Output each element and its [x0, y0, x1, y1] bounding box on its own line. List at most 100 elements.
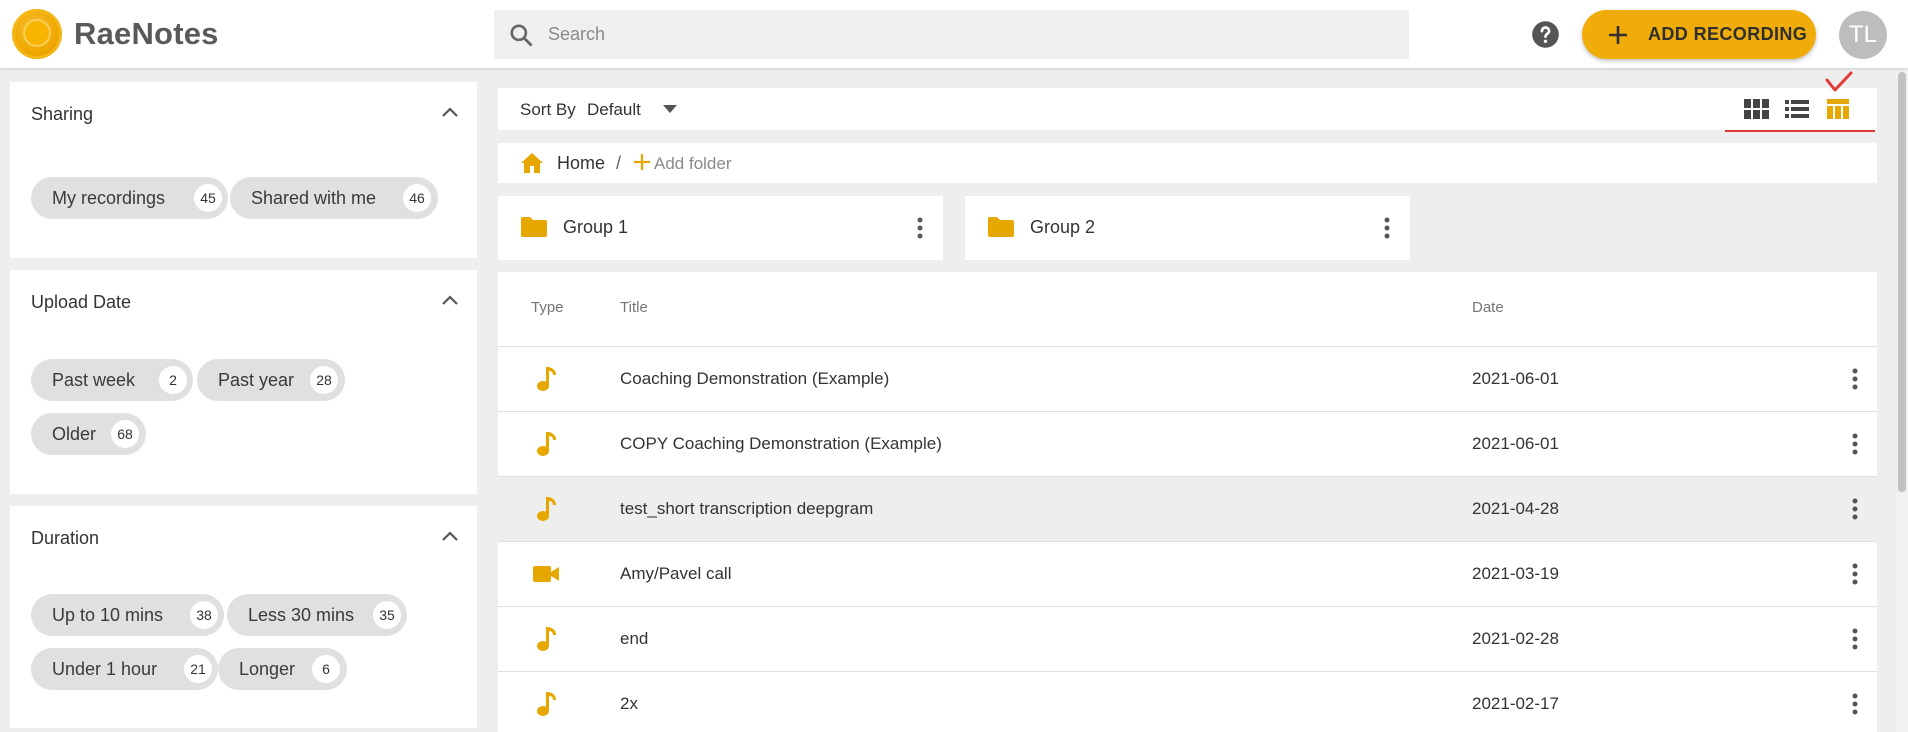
chip-count: 6 — [312, 655, 340, 683]
music-note-icon — [537, 627, 556, 651]
column-header-type[interactable]: Type — [531, 299, 564, 316]
breadcrumb-home[interactable]: Home — [557, 153, 605, 174]
chip-label: Up to 10 mins — [52, 605, 164, 625]
sharing-title: Sharing — [31, 104, 94, 124]
chip-count: 46 — [403, 184, 431, 212]
chip-count: 68 — [111, 420, 139, 448]
chevron-up-icon[interactable] — [441, 106, 459, 118]
plus-icon — [1609, 26, 1627, 44]
search-input[interactable] — [548, 10, 1388, 59]
chip-less-30-mins[interactable]: Less 30 mins 35 — [227, 594, 407, 636]
chip-label: Shared with me — [251, 188, 377, 208]
check-mark-icon — [1825, 71, 1853, 92]
folder-name: Group 1 — [563, 217, 629, 237]
plus-icon[interactable] — [633, 153, 651, 171]
recording-title[interactable]: test_short transcription deepgram — [620, 499, 873, 519]
folder-icon — [521, 217, 547, 237]
chip-count: 35 — [373, 601, 401, 629]
help-icon[interactable] — [1531, 20, 1560, 49]
recordings-table: Type Title Date Coaching Demonstration (… — [498, 272, 1877, 732]
chip-label: Under 1 hour — [52, 659, 158, 679]
duration-filter-panel: Duration Up to 10 mins 38 Less 30 mins 3… — [10, 506, 477, 728]
music-note-icon — [537, 692, 556, 716]
sharing-filter-panel: Sharing My recordings 45 Shared with me … — [10, 82, 477, 258]
table-row[interactable]: end 2021-02-28 — [498, 606, 1877, 671]
sort-toolbar: Sort By Default — [498, 88, 1877, 132]
chip-older[interactable]: Older 68 — [31, 413, 146, 455]
recording-date: 2021-06-01 — [1472, 369, 1559, 388]
recording-date: 2021-02-17 — [1472, 694, 1559, 713]
sort-select[interactable]: Default — [587, 100, 641, 120]
more-vert-icon[interactable] — [1384, 217, 1390, 239]
user-avatar[interactable]: TL — [1839, 11, 1887, 59]
scrollbar-thumb[interactable] — [1898, 72, 1906, 492]
table-row[interactable]: 2x 2021-02-17 — [498, 671, 1877, 732]
folder-icon — [988, 217, 1014, 237]
breadcrumb-separator: / — [616, 153, 622, 173]
page-scrollbar[interactable] — [1896, 68, 1908, 732]
table-row[interactable]: Coaching Demonstration (Example) 2021-06… — [498, 346, 1877, 411]
chip-longer[interactable]: Longer 6 — [218, 648, 347, 690]
more-vert-icon[interactable] — [1852, 563, 1858, 585]
chip-shared-with-me[interactable]: Shared with me 46 — [230, 177, 438, 219]
grid-view-icon[interactable] — [1743, 98, 1769, 120]
chip-label: Past year — [218, 370, 295, 390]
folder-card[interactable]: Group 2 — [965, 196, 1410, 260]
music-note-icon — [537, 367, 556, 391]
folder-name: Group 2 — [1030, 217, 1096, 237]
chip-count: 38 — [190, 601, 218, 629]
recording-date: 2021-02-28 — [1472, 629, 1559, 648]
recording-title[interactable]: 2x — [620, 694, 638, 714]
recording-date: 2021-04-28 — [1472, 499, 1559, 518]
duration-title: Duration — [31, 528, 100, 548]
chip-past-week[interactable]: Past week 2 — [31, 359, 193, 401]
chip-my-recordings[interactable]: My recordings 45 — [31, 177, 228, 219]
add-recording-button[interactable]: ADD RECORDING — [1582, 10, 1816, 59]
app-logo[interactable] — [12, 9, 62, 59]
more-vert-icon[interactable] — [917, 217, 923, 239]
recording-title[interactable]: end — [620, 629, 648, 649]
more-vert-icon[interactable] — [1852, 693, 1858, 715]
recording-title[interactable]: Amy/Pavel call — [620, 564, 731, 584]
table-row[interactable]: Amy/Pavel call 2021-03-19 — [498, 541, 1877, 606]
chevron-up-icon[interactable] — [441, 530, 459, 542]
list-view-icon[interactable] — [1784, 98, 1810, 120]
video-camera-icon — [533, 566, 559, 582]
chip-under-1-hour[interactable]: Under 1 hour 21 — [31, 648, 218, 690]
add-recording-label: ADD RECORDING — [1648, 24, 1808, 44]
chip-count: 21 — [184, 655, 212, 683]
breadcrumb: Home / Add folder — [498, 143, 1877, 183]
search-bar[interactable] — [494, 10, 1409, 59]
table-row[interactable]: test_short transcription deepgram 2021-0… — [498, 476, 1877, 541]
chip-label: Older — [52, 424, 97, 444]
more-vert-icon[interactable] — [1852, 368, 1858, 390]
table-view-icon[interactable] — [1825, 98, 1851, 120]
app-header: RaeNotes ADD RECORDING TL — [0, 0, 1908, 68]
upload-date-title: Upload Date — [31, 292, 132, 312]
add-folder-link[interactable]: Add folder — [654, 154, 732, 174]
recording-title[interactable]: Coaching Demonstration (Example) — [620, 369, 889, 389]
chip-count: 2 — [159, 366, 187, 394]
chip-label: Longer — [239, 659, 296, 679]
app-title[interactable]: RaeNotes — [74, 16, 219, 52]
folder-card[interactable]: Group 1 — [498, 196, 943, 260]
music-note-icon — [537, 432, 556, 456]
column-header-title[interactable]: Title — [620, 299, 648, 316]
upload-date-filter-panel: Upload Date Past week 2 Past year 28 Old… — [10, 270, 477, 494]
chip-label: My recordings — [52, 188, 166, 208]
recording-title[interactable]: COPY Coaching Demonstration (Example) — [620, 434, 942, 454]
caret-down-icon[interactable] — [663, 105, 677, 113]
table-row[interactable]: COPY Coaching Demonstration (Example) 20… — [498, 411, 1877, 476]
chevron-up-icon[interactable] — [441, 294, 459, 306]
chip-past-year[interactable]: Past year 28 — [197, 359, 345, 401]
column-header-date[interactable]: Date — [1472, 299, 1504, 316]
more-vert-icon[interactable] — [1852, 628, 1858, 650]
chip-label: Past week — [52, 370, 136, 390]
recording-date: 2021-06-01 — [1472, 434, 1559, 453]
chip-count: 28 — [310, 366, 338, 394]
more-vert-icon[interactable] — [1852, 498, 1858, 520]
more-vert-icon[interactable] — [1852, 433, 1858, 455]
home-icon[interactable] — [520, 152, 544, 174]
chip-up-to-10-mins[interactable]: Up to 10 mins 38 — [31, 594, 224, 636]
active-view-annotation — [1725, 130, 1875, 132]
